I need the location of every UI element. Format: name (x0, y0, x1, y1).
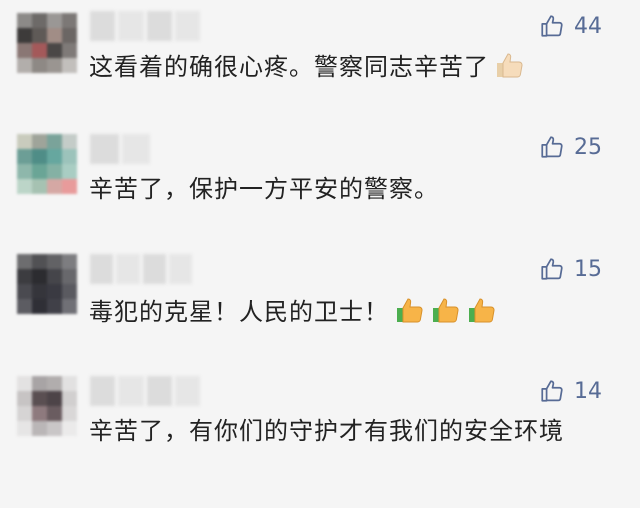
like-button[interactable]: 25 (539, 134, 602, 160)
avatar[interactable] (17, 134, 77, 194)
thumbs-up-emoji-icon (493, 49, 525, 90)
like-button[interactable]: 15 (539, 256, 602, 282)
thumbs-up-emoji-icon (429, 294, 461, 335)
like-button[interactable]: 44 (539, 13, 602, 39)
thumbs-up-outline-icon (541, 258, 563, 280)
nickname-blurred[interactable] (90, 254, 192, 284)
like-count: 44 (574, 13, 602, 39)
nickname-blurred[interactable] (90, 11, 200, 41)
comment-text: 辛苦了，有你们的守护才有我们的安全环境 (89, 417, 564, 445)
avatar[interactable] (17, 254, 77, 314)
nickname-blurred[interactable] (90, 376, 200, 406)
comment-text: 毒犯的克星！人民的卫士！ (89, 294, 589, 335)
nickname-blurred[interactable] (90, 134, 150, 164)
thumbs-up-outline-icon (541, 15, 563, 37)
like-button[interactable]: 14 (539, 378, 602, 404)
comment-text: 辛苦了，保护一方平安的警察。 (89, 175, 439, 203)
thumbs-up-outline-icon (541, 136, 563, 158)
comment-text: 这看着的确很心疼。警察同志辛苦了 (89, 49, 589, 90)
thumbs-up-emoji-icon (393, 294, 425, 335)
avatar[interactable] (17, 376, 77, 436)
thumbs-up-outline-icon (541, 380, 563, 402)
avatar[interactable] (17, 13, 77, 73)
thumbs-up-emoji-icon (465, 294, 497, 335)
like-count: 15 (574, 256, 602, 282)
like-count: 25 (574, 134, 602, 160)
like-count: 14 (574, 378, 602, 404)
